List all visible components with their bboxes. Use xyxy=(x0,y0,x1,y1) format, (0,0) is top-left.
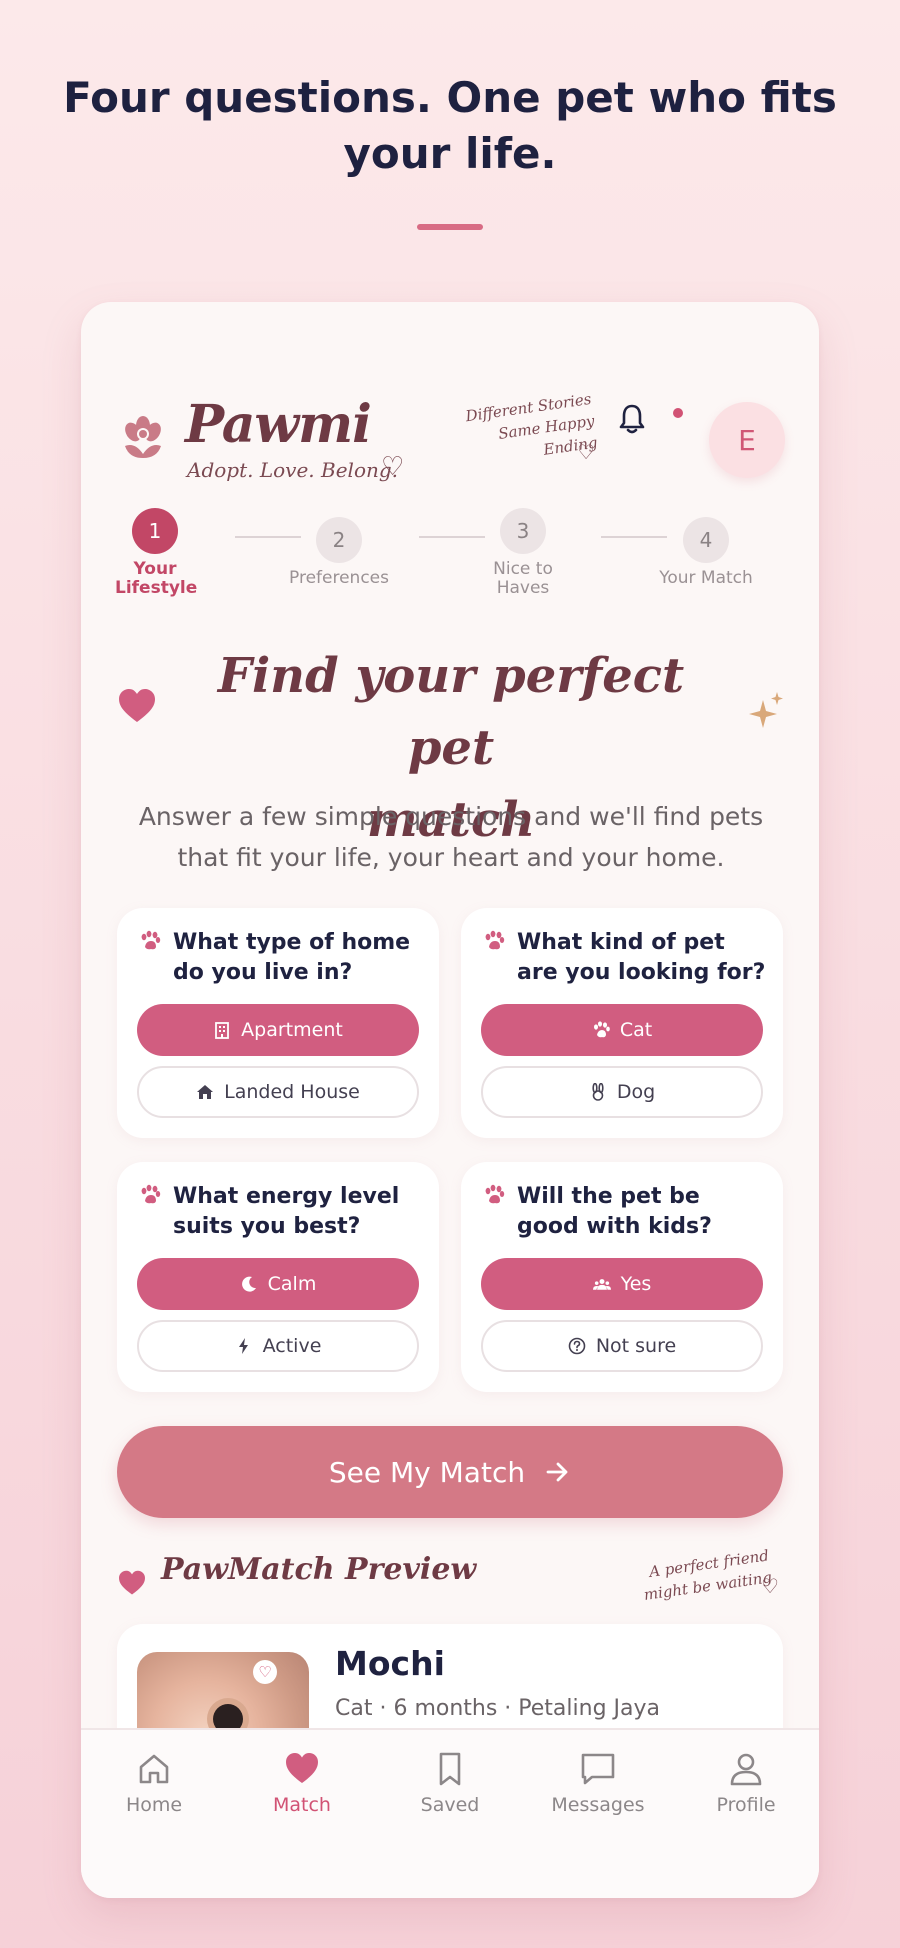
paw-icon xyxy=(485,1184,505,1204)
question-card-pet-kind: What kind of pet are you looking for? Ca… xyxy=(461,908,783,1138)
hero-subtitle-line-2: that fit your life, your heart and your … xyxy=(177,843,725,872)
heart-icon xyxy=(119,689,155,722)
nav-label: Messages xyxy=(551,1794,645,1816)
house-icon xyxy=(197,1085,214,1099)
step-number: 1 xyxy=(132,508,178,554)
question-card-good-with-kids: Will the pet be good with kids? Yes Not … xyxy=(461,1162,783,1392)
step-preferences[interactable]: 2 Preferences xyxy=(279,517,399,588)
sparkle-icon xyxy=(749,692,783,728)
step-nice-to-haves[interactable]: 3 Nice to Haves xyxy=(463,508,583,598)
pawmatch-title: PawMatch Preview xyxy=(161,1552,477,1587)
cta-label: See My Match xyxy=(328,1455,526,1489)
headline-line-2: your life. xyxy=(343,129,557,178)
brand-note: Different Stories Same Happy Ending xyxy=(441,388,599,474)
nav-saved[interactable]: Saved xyxy=(390,1750,510,1816)
avatar[interactable]: E xyxy=(709,402,785,478)
step-number: 2 xyxy=(316,517,362,563)
option-label: Cat xyxy=(619,1019,653,1041)
hero-subtitle-line-1: Answer a few simple questions and we'll … xyxy=(138,802,764,831)
step-number: 4 xyxy=(683,517,729,563)
step-label: Your Lifestyle xyxy=(115,559,198,598)
headline-line-1: Four questions. One pet who fits xyxy=(63,73,837,122)
pet-name: Mochi xyxy=(335,1644,445,1683)
question-icon xyxy=(568,1337,586,1355)
option-label: Active xyxy=(262,1335,322,1357)
question-title: Will the pet be good with kids? xyxy=(517,1184,712,1239)
hero-title-line-1: Find your perfect pet xyxy=(217,648,685,776)
option-label: Not sure xyxy=(595,1335,677,1357)
hero-subtitle: Answer a few simple questions and we'll … xyxy=(121,796,781,878)
pawmatch-note: A perfect friend might be waiting xyxy=(599,1544,773,1611)
question-card-home-type: What type of home do you live in? Apartm… xyxy=(117,908,439,1138)
paw-icon xyxy=(485,930,505,950)
option-cat[interactable]: Cat xyxy=(481,1004,763,1056)
nav-label: Match xyxy=(273,1794,331,1816)
notification-dot xyxy=(673,408,683,418)
option-label: Calm xyxy=(267,1273,317,1295)
question-title: What kind of pet are you looking for? xyxy=(517,930,766,985)
option-landed-house[interactable]: Landed House xyxy=(137,1066,419,1118)
nav-match[interactable]: Match xyxy=(242,1750,362,1816)
pet-meta: Cat · 6 months · Petaling Jaya xyxy=(335,1696,661,1721)
favorite-heart-icon[interactable]: ♡ xyxy=(253,1660,277,1684)
option-calm[interactable]: Calm xyxy=(137,1258,419,1310)
paw-icon xyxy=(141,1184,161,1204)
moon-icon xyxy=(241,1276,256,1292)
paw-icon xyxy=(141,930,161,950)
headline-underline xyxy=(417,224,483,230)
note-heart-icon: ♡ xyxy=(761,1574,779,1598)
heart-icon xyxy=(119,1570,145,1595)
question-title: What energy level suits you best? xyxy=(173,1184,400,1239)
step-label: Nice to Haves xyxy=(493,559,553,598)
brand-name: Pawmi xyxy=(185,394,372,455)
nav-label: Saved xyxy=(420,1794,480,1816)
bell-icon[interactable] xyxy=(617,402,647,436)
option-active[interactable]: Active xyxy=(137,1320,419,1372)
option-label: Apartment xyxy=(241,1019,343,1041)
bottom-nav: Home Match Saved Messages Profile xyxy=(81,1728,819,1898)
option-label: Landed House xyxy=(224,1081,360,1103)
heart-icon xyxy=(286,1753,318,1783)
see-my-match-button[interactable]: See My Match xyxy=(117,1426,783,1518)
note-heart-icon: ♡ xyxy=(577,440,595,464)
building-icon xyxy=(215,1022,230,1039)
step-number: 3 xyxy=(500,508,546,554)
step-your-match[interactable]: 4 Your Match xyxy=(646,517,766,588)
page-headline: Four questions. One pet who fits your li… xyxy=(0,70,900,182)
nav-home[interactable]: Home xyxy=(94,1750,214,1816)
question-card-energy-level: What energy level suits you best? Calm A… xyxy=(117,1162,439,1392)
bookmark-icon xyxy=(439,1752,461,1786)
home-icon xyxy=(139,1754,169,1784)
option-dog[interactable]: Dog xyxy=(481,1066,763,1118)
flower-logo-icon xyxy=(125,416,161,458)
step-label: Preferences xyxy=(289,568,389,588)
brand-tagline: Adopt. Love. Belong. xyxy=(187,458,399,482)
option-yes[interactable]: Yes xyxy=(481,1258,763,1310)
nav-profile[interactable]: Profile xyxy=(686,1750,806,1816)
app-screen: Pawmi Adopt. Love. Belong. ♡ Different S… xyxy=(81,302,819,1898)
option-apartment[interactable]: Apartment xyxy=(137,1004,419,1056)
option-label: Dog xyxy=(616,1081,656,1103)
nav-label: Home xyxy=(125,1794,183,1816)
option-label: Yes xyxy=(620,1273,652,1295)
paw-icon xyxy=(593,1021,610,1038)
bunny-icon xyxy=(592,1083,604,1101)
question-title: What type of home do you live in? xyxy=(173,930,411,985)
arrow-right-icon xyxy=(546,1462,568,1482)
bolt-icon xyxy=(238,1338,248,1354)
people-icon xyxy=(592,1279,611,1290)
profile-icon xyxy=(730,1753,762,1786)
step-label: Your Match xyxy=(659,568,753,588)
step-your-lifestyle[interactable]: 1 Your Lifestyle xyxy=(95,508,215,598)
tagline-heart-icon: ♡ xyxy=(381,452,405,482)
message-icon xyxy=(581,1753,615,1785)
option-not-sure[interactable]: Not sure xyxy=(481,1320,763,1372)
nav-label: Profile xyxy=(716,1794,776,1816)
nav-messages[interactable]: Messages xyxy=(538,1750,658,1816)
